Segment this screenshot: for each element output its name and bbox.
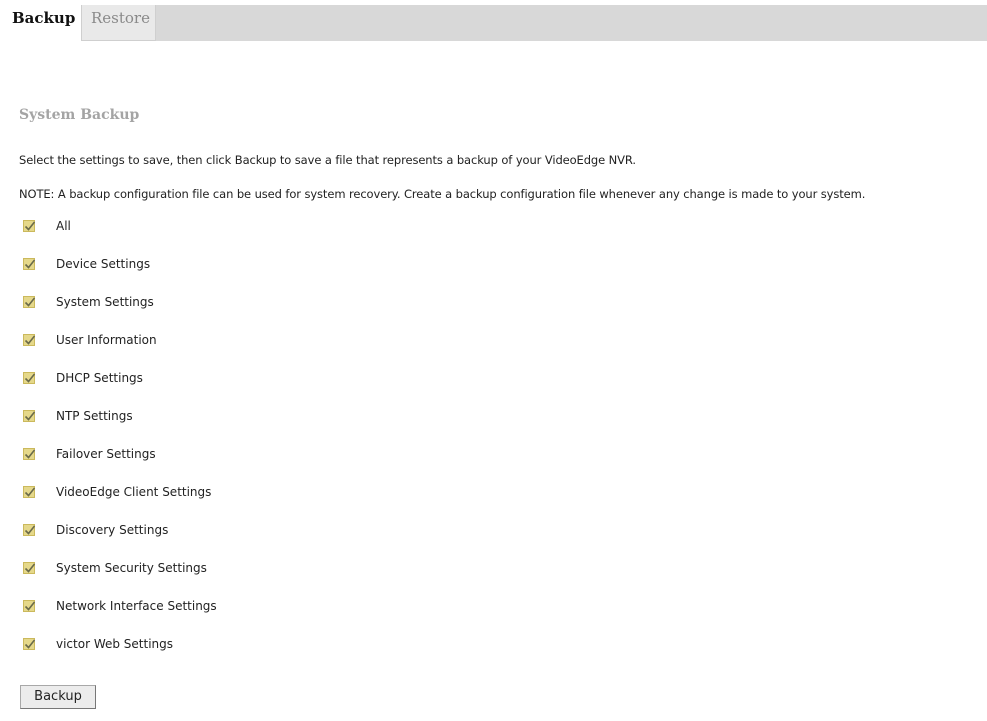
checkbox-ntp-settings[interactable] [23,410,36,422]
checkmark-icon [24,411,36,421]
option-label: User Information [56,333,157,347]
checkbox-failover-settings[interactable] [23,448,36,460]
tab-backup[interactable]: Backup [8,5,82,41]
checkbox-discovery-settings[interactable] [23,524,36,536]
checkmark-icon [24,449,36,459]
checkmark-icon [24,373,36,383]
option-label: victor Web Settings [56,637,174,651]
checkmark-icon [24,259,36,269]
section-title: System Backup [19,107,140,123]
checkbox-all[interactable] [23,220,36,232]
checkbox-network-interface-settings[interactable] [23,600,36,612]
checkmark-icon [24,563,36,573]
checkmark-icon [24,221,36,231]
checkmark-icon [24,297,36,307]
option-label: All [56,219,71,233]
option-label: System Settings [56,295,154,309]
checkbox-user-information[interactable] [23,334,36,346]
note-text: NOTE: A backup configuration file can be… [19,187,866,201]
checkbox-victor-web-settings[interactable] [23,638,36,650]
checkmark-icon [24,487,36,497]
option-label: VideoEdge Client Settings [56,485,212,499]
option-label: Device Settings [56,257,151,271]
option-label: Discovery Settings [56,523,169,537]
option-label: NTP Settings [56,409,133,423]
checkmark-icon [24,335,36,345]
tab-bar: Backup Restore [8,5,987,41]
checkbox-system-security-settings[interactable] [23,562,36,574]
checkmark-icon [24,601,36,611]
checkmark-icon [24,525,36,535]
option-label: Network Interface Settings [56,599,217,613]
checkbox-dhcp-settings[interactable] [23,372,36,384]
option-label: DHCP Settings [56,371,143,385]
instructions-text: Select the settings to save, then click … [19,153,636,167]
option-label: System Security Settings [56,561,207,575]
checkbox-system-settings[interactable] [23,296,36,308]
checkbox-device-settings[interactable] [23,258,36,270]
backup-button[interactable]: Backup [20,685,96,709]
option-label: Failover Settings [56,447,156,461]
checkbox-videoedge-client-settings[interactable] [23,486,36,498]
checkmark-icon [24,639,36,649]
tab-restore[interactable]: Restore [82,5,156,41]
